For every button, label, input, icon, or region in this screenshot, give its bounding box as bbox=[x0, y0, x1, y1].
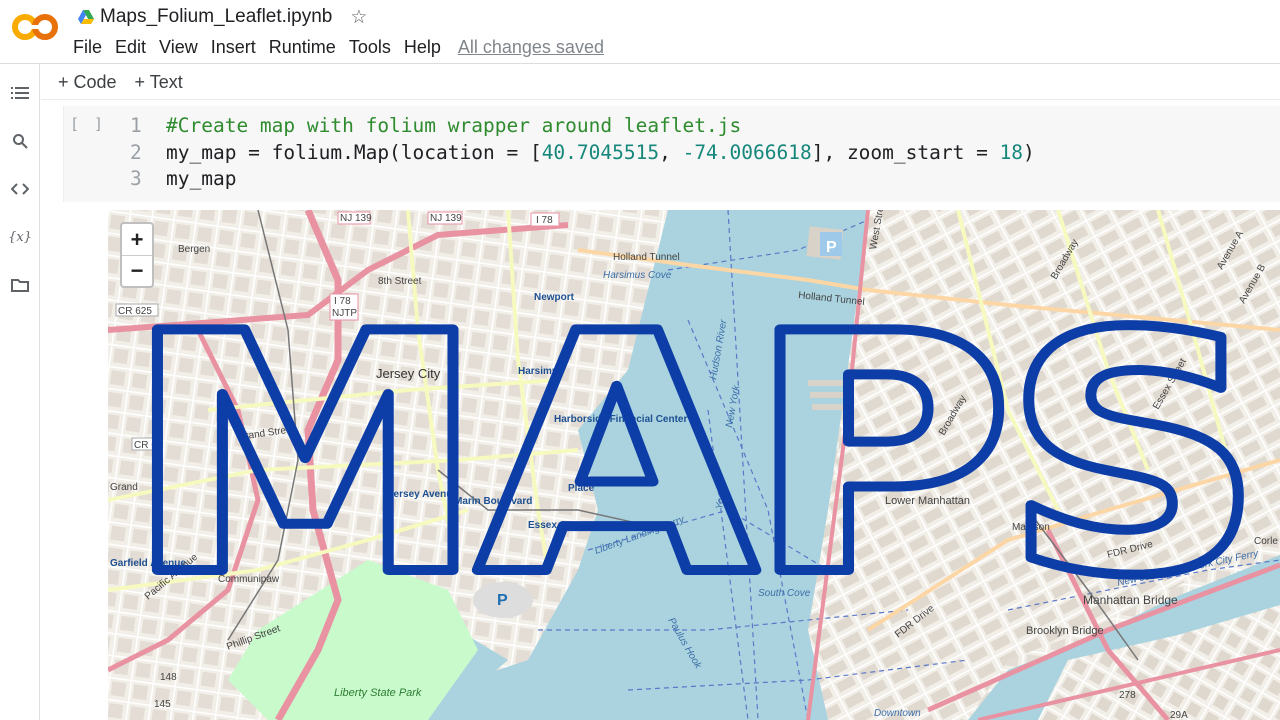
menu-edit[interactable]: Edit bbox=[115, 37, 152, 58]
map-output[interactable]: Bergen 8th Street NJ 139 NJ 139 I 78 I 7… bbox=[108, 210, 1280, 720]
label-downtown: Downtown bbox=[874, 708, 921, 719]
label-r29a: 29A bbox=[1170, 710, 1188, 720]
label-bergen: Bergen bbox=[178, 244, 210, 255]
code-editor[interactable]: 1 #Create map with folium wrapper around… bbox=[126, 113, 1035, 193]
zoom-control: + − bbox=[120, 222, 154, 288]
label-r145: 145 bbox=[154, 699, 171, 710]
code-comment: #Create map with folium wrapper around l… bbox=[166, 114, 742, 137]
search-icon[interactable] bbox=[8, 129, 32, 153]
menu-file[interactable]: File bbox=[73, 37, 108, 58]
label-i78: I 78 bbox=[536, 215, 553, 226]
left-rail: {x} bbox=[0, 64, 40, 720]
code-text: , bbox=[659, 140, 683, 164]
run-cell-button[interactable]: [ ] bbox=[70, 115, 106, 133]
menu-help[interactable]: Help bbox=[404, 37, 447, 58]
label-holland-tunnel: Holland Tunnel bbox=[613, 252, 680, 263]
label-r278: 278 bbox=[1119, 690, 1136, 701]
files-icon[interactable] bbox=[8, 273, 32, 297]
code-text: ) bbox=[1023, 140, 1035, 164]
label-nj139: NJ 139 bbox=[340, 213, 372, 224]
menu-bar: File Edit View Insert Runtime Tools Help… bbox=[73, 37, 604, 58]
code-number: 40.7045515 bbox=[541, 140, 660, 164]
notebook-title[interactable]: Maps_Folium_Leaflet.ipynb bbox=[100, 6, 332, 28]
google-drive-icon bbox=[78, 10, 94, 24]
line-number: 1 bbox=[130, 114, 142, 137]
add-text-button[interactable]: + Text bbox=[135, 72, 183, 93]
code-line: 2 my_map = folium.Map(location = [40.704… bbox=[126, 140, 1035, 167]
header: Maps_Folium_Leaflet.ipynb ☆ File Edit Vi… bbox=[0, 0, 1280, 64]
code-number: -74.0066618 bbox=[682, 140, 812, 164]
add-code-button[interactable]: + Code bbox=[58, 72, 117, 93]
star-icon[interactable]: ☆ bbox=[350, 6, 367, 29]
menu-tools[interactable]: Tools bbox=[349, 37, 397, 58]
maps-overlay-text: MAPS bbox=[124, 264, 1254, 648]
variables-icon[interactable]: {x} bbox=[8, 225, 32, 249]
code-snippets-icon[interactable] bbox=[8, 177, 32, 201]
code-text: ], zoom_start = bbox=[811, 140, 1000, 164]
table-of-contents-icon[interactable] bbox=[8, 81, 32, 105]
code-number: 18 bbox=[999, 140, 1024, 164]
toolbar-divider bbox=[41, 99, 1280, 100]
label-corlears: Corle bbox=[1254, 536, 1278, 547]
label-liberty-state-park: Liberty State Park bbox=[334, 687, 422, 699]
code-line: 1 #Create map with folium wrapper around… bbox=[126, 113, 1035, 140]
label-r148: 148 bbox=[160, 672, 177, 683]
line-number: 3 bbox=[130, 167, 142, 190]
menu-view[interactable]: View bbox=[159, 37, 204, 58]
colab-logo[interactable] bbox=[12, 12, 58, 42]
label-parking-ny: P bbox=[826, 239, 837, 256]
menu-insert[interactable]: Insert bbox=[211, 37, 262, 58]
save-status[interactable]: All changes saved bbox=[458, 37, 604, 58]
zoom-out-button[interactable]: − bbox=[122, 255, 152, 286]
map-canvas[interactable]: Bergen 8th Street NJ 139 NJ 139 I 78 I 7… bbox=[108, 210, 1280, 720]
menu-runtime[interactable]: Runtime bbox=[269, 37, 342, 58]
cell-toolbar: + Code + Text bbox=[41, 65, 1280, 99]
line-number: 2 bbox=[130, 140, 142, 164]
code-text: my_map bbox=[166, 167, 237, 190]
code-line: 3 my_map bbox=[126, 166, 1035, 193]
title-row: Maps_Folium_Leaflet.ipynb ☆ bbox=[78, 5, 367, 29]
label-nj139-2: NJ 139 bbox=[430, 213, 462, 224]
zoom-in-button[interactable]: + bbox=[122, 224, 152, 255]
code-cell[interactable]: [ ] 1 #Create map with folium wrapper ar… bbox=[63, 106, 1280, 202]
code-text: my_map = folium.Map(location = [ bbox=[166, 140, 542, 164]
